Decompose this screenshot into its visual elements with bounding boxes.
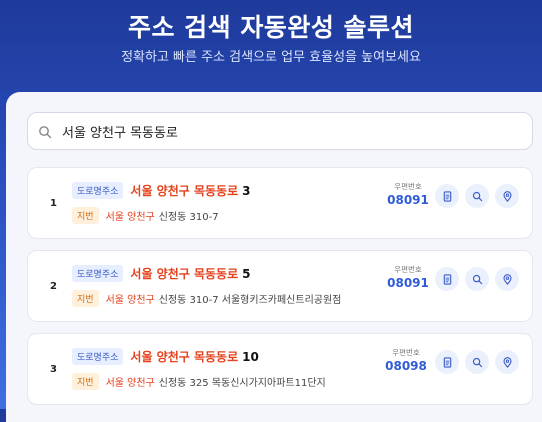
road-address-highlight: 서울 양천구 목동동로 (130, 184, 239, 198)
page-subtitle: 정확하고 빠른 주소 검색으로 업무 효율성을 높여보세요 (121, 50, 421, 65)
document-button[interactable] (435, 350, 459, 374)
detail-search-button[interactable] (465, 267, 489, 291)
search-icon (38, 124, 52, 139)
result-card[interactable]: 1 도로명주소 서울 양천구 목동동로 3 지번 서울 양천구 신정동 310-… (27, 167, 533, 239)
jibun-badge: 지번 (72, 373, 99, 390)
postal-label: 우편번호 (394, 182, 422, 191)
result-card[interactable]: 3 도로명주소 서울 양천구 목동동로 10 지번 서울 양천구 신정동 325… (27, 333, 533, 405)
road-address-number: 10 (242, 349, 259, 364)
postal-label: 우편번호 (394, 265, 422, 274)
jibun-address-detail: 신정동 310-7 서울형키즈카페신트리공원점 (158, 295, 342, 306)
road-address-highlight: 서울 양천구 목동동로 (130, 267, 239, 281)
detail-search-button[interactable] (465, 184, 489, 208)
jibun-address-highlight: 서울 양천구 (105, 212, 155, 223)
road-address-highlight: 서울 양천구 목동동로 (130, 350, 239, 364)
search-input[interactable] (62, 123, 482, 139)
jibun-badge: 지번 (72, 207, 99, 224)
postal-code: 08091 (387, 276, 429, 290)
result-index: 3 (50, 363, 57, 375)
search-icon (472, 357, 482, 367)
result-index: 1 (50, 197, 57, 209)
map-pin-icon (502, 356, 512, 368)
road-address-number: 5 (242, 266, 251, 281)
postal-code: 08091 (387, 193, 429, 207)
search-icon (472, 191, 482, 201)
map-button[interactable] (495, 184, 519, 208)
document-button[interactable] (435, 184, 459, 208)
page-title: 주소 검색 자동완성 솔루션 (127, 13, 415, 42)
road-address-badge: 도로명주소 (72, 182, 124, 199)
jibun-address-detail: 신정동 325 목동신시가지아파트11단지 (158, 378, 326, 389)
map-pin-icon (502, 190, 512, 202)
document-icon (443, 356, 451, 368)
search-box[interactable] (27, 112, 533, 150)
jibun-address-highlight: 서울 양천구 (105, 378, 155, 389)
result-card[interactable]: 2 도로명주소 서울 양천구 목동동로 5 지번 서울 양천구 신정동 310-… (27, 250, 533, 322)
detail-search-button[interactable] (465, 350, 489, 374)
document-icon (443, 190, 451, 202)
result-index: 2 (50, 280, 57, 292)
map-pin-icon (502, 273, 512, 285)
jibun-address-highlight: 서울 양천구 (105, 295, 155, 306)
jibun-badge: 지번 (72, 290, 99, 307)
postal-code: 08098 (385, 359, 427, 373)
road-address-number: 3 (242, 183, 251, 198)
road-address-badge: 도로명주소 (72, 348, 124, 365)
road-address-badge: 도로명주소 (72, 265, 124, 282)
document-button[interactable] (435, 267, 459, 291)
document-icon (443, 273, 451, 285)
search-icon (472, 274, 482, 284)
postal-label: 우편번호 (392, 348, 420, 357)
map-button[interactable] (495, 350, 519, 374)
jibun-address-detail: 신정동 310-7 (158, 212, 219, 223)
map-button[interactable] (495, 267, 519, 291)
